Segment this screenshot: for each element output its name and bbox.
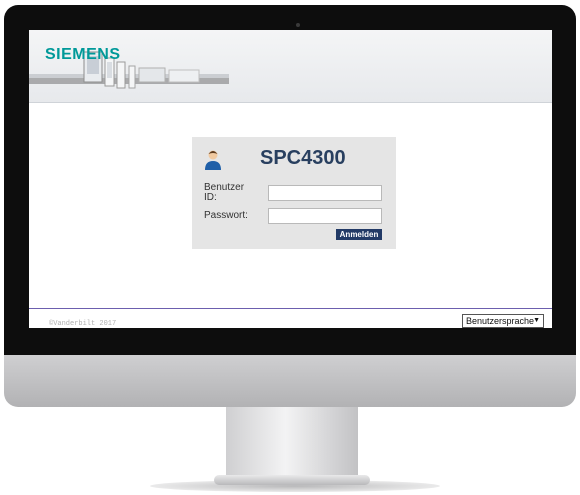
password-input[interactable] xyxy=(268,208,382,224)
browser-screen: SIEMENS SPC4300 Benutzer ID: Passwort: A… xyxy=(29,30,552,328)
login-panel: SPC4300 Benutzer ID: Passwort: Anmelden xyxy=(192,137,396,249)
siemens-logo: SIEMENS xyxy=(45,46,121,63)
copyright-text: ©Vanderbilt 2017 xyxy=(49,320,117,328)
login-button[interactable]: Anmelden xyxy=(336,229,382,240)
password-label: Passwort: xyxy=(204,210,248,221)
page-header: SIEMENS xyxy=(29,30,552,103)
header-product-illustration xyxy=(29,51,229,89)
camera-icon xyxy=(296,23,300,27)
dropdown-arrow-icon: ▼ xyxy=(533,317,540,324)
user-id-label: Benutzer ID: xyxy=(204,182,245,203)
language-select[interactable]: Benutzersprache ▼ xyxy=(462,314,544,328)
product-title: SPC4300 xyxy=(260,147,346,169)
user-icon xyxy=(205,150,221,170)
user-id-input[interactable] xyxy=(268,185,382,201)
language-select-value: Benutzersprache xyxy=(466,316,535,326)
monitor-stand xyxy=(214,407,370,485)
footer-divider xyxy=(29,308,552,309)
monitor-chin xyxy=(4,355,576,407)
